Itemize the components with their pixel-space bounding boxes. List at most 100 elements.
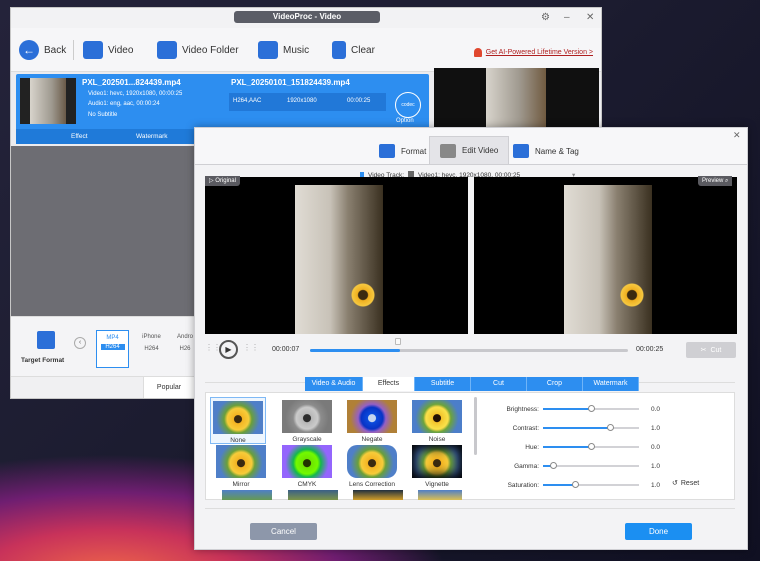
- saturation-label: Saturation:: [507, 481, 539, 489]
- reset-button[interactable]: ↺ Reset: [672, 479, 700, 488]
- video-folder-label: Video Folder: [182, 44, 239, 56]
- edit-video-dialog: Format Edit Video Name & Tag ✕ Video Tra…: [194, 127, 748, 550]
- effect-negate[interactable]: Negate: [344, 400, 400, 443]
- contrast-value: 1.0: [651, 424, 661, 432]
- gamma-slider[interactable]: Gamma: 1.0: [486, 460, 663, 472]
- effects-panel: None Grayscale Negate Noise Mirror CMYK …: [205, 392, 735, 500]
- done-button[interactable]: Done: [625, 523, 692, 540]
- drag-handle-icon[interactable]: ⋮⋮: [205, 343, 221, 353]
- effect-lens-correction-label: Lens Correction: [349, 481, 395, 488]
- contrast-track[interactable]: [543, 424, 639, 431]
- format-iphone-h264[interactable]: iPhone H264: [135, 330, 168, 368]
- original-video-frame: [295, 185, 383, 334]
- toolbar: ← Back Video Video Folder Music Clear Ge…: [11, 28, 601, 72]
- promo-link[interactable]: Get AI-Powered Lifetime Version >: [473, 48, 593, 57]
- watermark-button[interactable]: Watermark: [136, 133, 168, 140]
- tab-watermark[interactable]: Watermark: [583, 377, 639, 391]
- source-file-name: PXL_202501...824439.mp4: [82, 78, 181, 87]
- effects-next-row: [222, 490, 462, 500]
- tab-name-tag[interactable]: Name & Tag: [503, 138, 589, 164]
- reset-label: Reset: [680, 479, 700, 487]
- add-video-folder-button[interactable]: Video Folder: [157, 38, 239, 62]
- frame-step-icon[interactable]: ⋮⋮: [243, 343, 259, 353]
- effect-negate-label: Negate: [361, 436, 383, 443]
- video-icon: [83, 41, 103, 59]
- tab-cut[interactable]: Cut: [471, 377, 527, 391]
- preview-label[interactable]: Preview ⌕: [698, 176, 733, 186]
- close-icon[interactable]: ✕: [586, 12, 594, 23]
- seek-bar[interactable]: [310, 349, 628, 352]
- effect-noise-label: Noise: [428, 436, 446, 443]
- gamma-track[interactable]: [543, 462, 639, 469]
- hue-slider[interactable]: Hue: 0.0: [486, 441, 663, 453]
- effect-button[interactable]: Effect: [71, 133, 88, 140]
- effect-lens-correction[interactable]: Lens Correction: [344, 445, 400, 488]
- effect-mirror-label: Mirror: [232, 481, 250, 488]
- divider: [205, 508, 735, 509]
- effect-none-label: None: [230, 437, 246, 444]
- effect-negate-thumb: [347, 400, 397, 433]
- effect-noise-thumb: [412, 400, 462, 433]
- title-bar: VideoProc - Video ⚙ – ✕: [11, 8, 601, 28]
- tab-name-tag-label: Name & Tag: [535, 146, 579, 156]
- seek-marker[interactable]: [395, 338, 401, 345]
- scissors-icon: ✂: [700, 347, 707, 354]
- reset-icon: ↺: [672, 480, 678, 487]
- effect-none[interactable]: None: [210, 397, 266, 444]
- target-format-label: Target Format: [21, 357, 65, 364]
- effects-scrollbar[interactable]: [474, 397, 477, 455]
- music-icon: [258, 41, 278, 59]
- tab-edit-video[interactable]: Edit Video: [429, 136, 510, 164]
- back-button[interactable]: ← Back: [19, 38, 66, 62]
- seek-progress: [310, 349, 400, 352]
- clear-button[interactable]: Clear: [332, 38, 375, 62]
- saturation-slider[interactable]: Saturation: 1.0: [486, 479, 663, 491]
- format-mp4-label: MP4: [106, 335, 119, 341]
- tab-subtitle[interactable]: Subtitle: [415, 377, 471, 391]
- brightness-slider[interactable]: Brightness: 0.0: [486, 403, 663, 415]
- cut-button[interactable]: ✂ Cut: [686, 342, 736, 358]
- codec-option-icon[interactable]: codec: [395, 92, 421, 118]
- contrast-label: Contrast:: [512, 424, 539, 432]
- effect-grayscale[interactable]: Grayscale: [279, 400, 335, 443]
- saturation-track[interactable]: [543, 481, 639, 488]
- tab-effects[interactable]: Effects: [363, 377, 415, 391]
- format-mp4-codec: H264: [100, 344, 125, 350]
- tab-video-audio[interactable]: Video & Audio: [305, 377, 363, 391]
- dialog-close-icon[interactable]: ✕: [733, 130, 741, 141]
- brightness-value: 0.0: [651, 405, 661, 413]
- cancel-button[interactable]: Cancel: [250, 523, 317, 540]
- tab-popular[interactable]: Popular: [143, 377, 195, 398]
- effect-mirror[interactable]: Mirror: [213, 445, 269, 488]
- effect-grayscale-thumb: [282, 400, 332, 433]
- saturation-value: 1.0: [651, 481, 661, 489]
- effect-thumb-partial: [222, 490, 272, 500]
- output-info-bar: H264,AAC 1920x1080 00:00:25: [229, 93, 386, 111]
- format-android-h264[interactable]: Andro H26: [174, 330, 196, 368]
- tab-crop[interactable]: Crop: [527, 377, 583, 391]
- effect-cmyk-thumb: [282, 445, 332, 478]
- output-file-name: PXL_20250101_151824439.mp4: [231, 78, 350, 87]
- minimize-icon[interactable]: –: [564, 12, 570, 23]
- settings-icon[interactable]: ⚙: [541, 12, 550, 23]
- brightness-track[interactable]: [543, 405, 639, 412]
- effect-cmyk[interactable]: CMYK: [279, 445, 335, 488]
- preview-video-frame: [564, 185, 652, 334]
- trash-icon: [332, 41, 346, 59]
- subtitle-info: No Subtitle: [88, 112, 118, 118]
- hue-track[interactable]: [543, 443, 639, 450]
- play-button[interactable]: ▶: [219, 340, 238, 359]
- add-music-button[interactable]: Music: [258, 38, 309, 62]
- target-format-icon: [37, 331, 55, 349]
- format-mp4-h264[interactable]: MP4 H264: [96, 330, 129, 368]
- tab-format[interactable]: Format: [369, 138, 436, 164]
- contrast-slider[interactable]: Contrast: 1.0: [486, 422, 663, 434]
- output-codec: H264,AAC: [233, 98, 262, 104]
- add-video-button[interactable]: Video: [83, 38, 133, 62]
- effect-vignette[interactable]: Vignette: [409, 445, 465, 488]
- gamma-value: 1.0: [651, 462, 661, 470]
- original-label: ▷ Original: [205, 176, 240, 186]
- effect-noise[interactable]: Noise: [409, 400, 465, 443]
- effect-vignette-label: Vignette: [425, 481, 449, 488]
- format-prev-button[interactable]: ‹: [74, 337, 86, 349]
